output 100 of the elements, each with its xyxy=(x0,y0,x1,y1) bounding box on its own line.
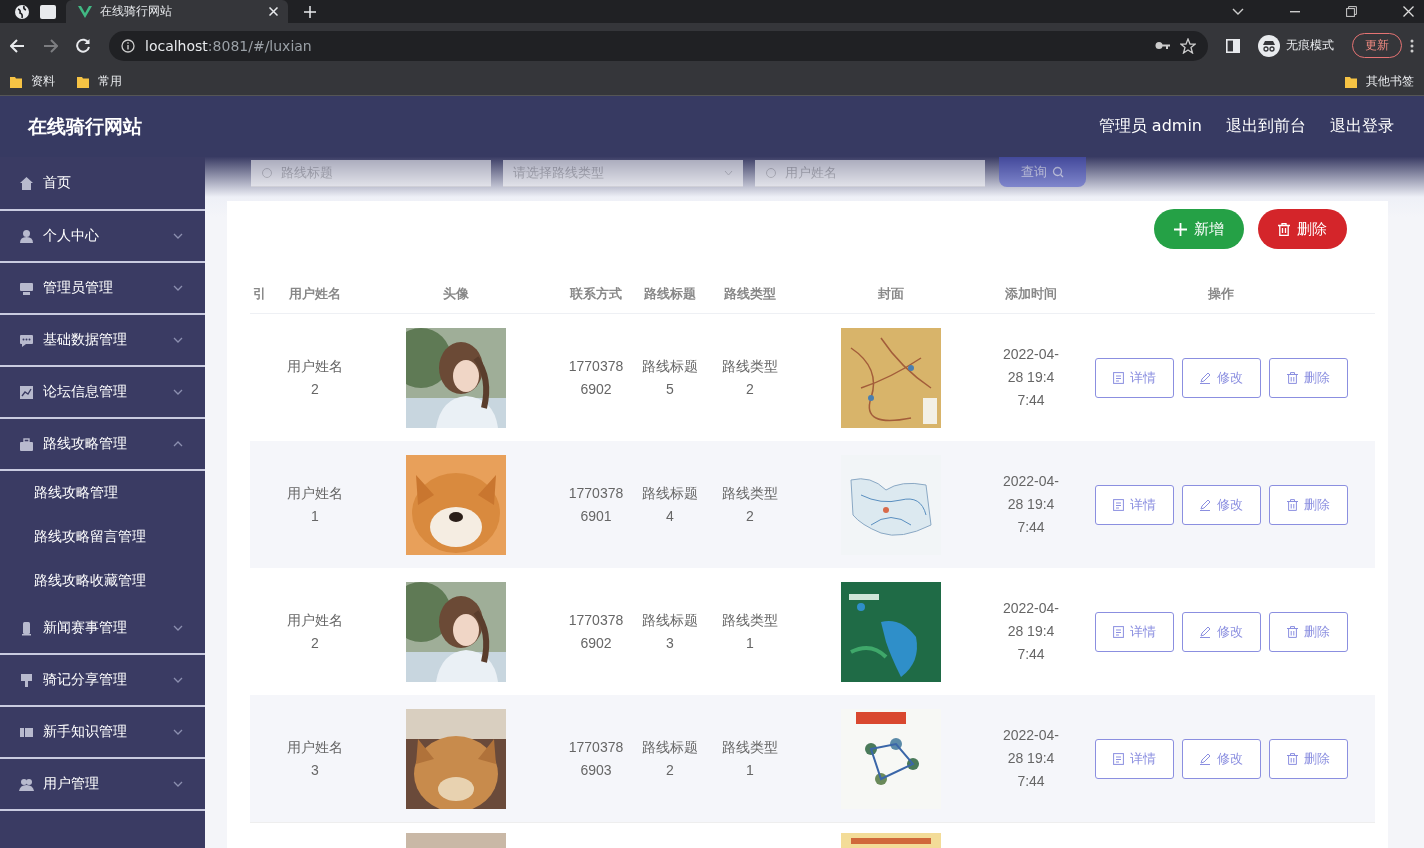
briefcase-icon xyxy=(19,436,34,452)
header-link[interactable]: 退出到前台 xyxy=(1226,116,1306,137)
trash-icon xyxy=(1286,752,1298,765)
more-icon[interactable] xyxy=(1410,38,1414,53)
header-link[interactable]: 管理员 admin xyxy=(1098,116,1202,137)
table-cell-text: 17703786903 xyxy=(568,737,624,780)
trash-icon xyxy=(1286,625,1298,638)
table-cell-text: 2022-04-28 19:47:44 xyxy=(1002,726,1060,791)
column-header: 封面 xyxy=(877,285,905,303)
chevron-up-icon xyxy=(173,441,183,447)
monitor-icon xyxy=(19,280,34,296)
table-cell-text: 2022-04-28 19:47:44 xyxy=(1002,345,1060,410)
search-icon xyxy=(1052,166,1064,178)
table-cell-text: 2022-04-28 19:47:44 xyxy=(1002,599,1060,664)
chevron-down-icon xyxy=(173,337,183,343)
incognito-icon xyxy=(1258,34,1280,57)
table-cell-text: 17703786902 xyxy=(568,356,624,399)
browser-tab[interactable]: 在线骑行网站 xyxy=(66,0,288,23)
home-icon xyxy=(19,175,34,191)
chevron-down-icon xyxy=(173,677,183,683)
circle-icon xyxy=(765,167,777,179)
pencil-icon xyxy=(1199,498,1211,511)
table-cell-text: 2022-04-28 19:47:44 xyxy=(1002,472,1060,537)
document-icon xyxy=(1112,498,1124,511)
close-icon[interactable] xyxy=(1403,6,1414,17)
folder-icon[interactable] xyxy=(77,75,89,88)
table-cell-text: 用户姓名3 xyxy=(286,737,344,780)
chevron-down-icon xyxy=(173,781,183,787)
delete-button[interactable]: 删除 xyxy=(1258,209,1347,249)
column-header: 添加时间 xyxy=(1004,285,1058,303)
sidebar-subitem[interactable]: 路线攻略管理 xyxy=(0,471,205,515)
chevron-down-icon xyxy=(173,233,183,239)
vue-logo-icon xyxy=(78,5,92,18)
people-icon xyxy=(19,776,34,792)
circle-icon xyxy=(261,167,273,179)
pencil-icon xyxy=(1199,625,1211,638)
globe-icon[interactable] xyxy=(14,3,30,20)
user-icon xyxy=(19,228,34,244)
folder-icon[interactable] xyxy=(10,75,22,88)
chevron-down-icon xyxy=(173,729,183,735)
bookmark-link[interactable]: 常用 xyxy=(98,73,122,90)
table-cell-text: 路线类型1 xyxy=(721,610,779,653)
plus-icon xyxy=(1174,222,1187,236)
column-header: 引 xyxy=(252,285,267,303)
chart-icon xyxy=(19,384,34,400)
close-icon[interactable] xyxy=(269,7,278,16)
sidebar-toggle-icon[interactable] xyxy=(1226,38,1240,53)
trash-icon xyxy=(1278,222,1290,236)
tab-title: 在线骑行网站 xyxy=(100,3,173,20)
document-icon xyxy=(1112,371,1124,384)
table-cell-text: 路线类型2 xyxy=(721,356,779,399)
chevron-down-icon[interactable] xyxy=(1232,7,1244,16)
column-header: 路线类型 xyxy=(723,285,777,303)
table-cell-text: 用户姓名1 xyxy=(286,483,344,526)
url-text: localhost:8081/#/luxian xyxy=(145,37,312,54)
header-link[interactable]: 退出登录 xyxy=(1330,116,1394,137)
table-cell-text: 用户姓名2 xyxy=(286,610,344,653)
table-cell-text: 路线标题2 xyxy=(641,737,699,780)
column-header: 头像 xyxy=(442,285,470,303)
column-header: 联系方式 xyxy=(569,285,623,303)
column-header: 用户姓名 xyxy=(288,285,342,303)
reload-icon[interactable] xyxy=(76,38,91,53)
info-icon xyxy=(121,38,135,53)
pencil-icon xyxy=(1199,752,1211,765)
sidebar-subitem[interactable]: 路线攻略留言管理 xyxy=(0,515,205,559)
forward-arrow-icon[interactable] xyxy=(43,38,58,53)
document-icon xyxy=(1112,752,1124,765)
key-icon[interactable] xyxy=(1155,41,1170,50)
bookmark-link[interactable]: 资料 xyxy=(31,73,55,90)
restore-icon[interactable] xyxy=(1346,6,1357,17)
column-header: 操作 xyxy=(1207,285,1235,303)
table-cell-text: 路线标题3 xyxy=(641,610,699,653)
star-icon[interactable] xyxy=(1180,37,1196,54)
table-cell-text: 17703786902 xyxy=(568,610,624,653)
site-title: 在线骑行网站 xyxy=(28,113,142,139)
chat-icon xyxy=(19,332,34,348)
document-icon xyxy=(1112,625,1124,638)
incognito-indicator[interactable]: 无痕模式 xyxy=(1258,34,1334,57)
chevron-down-icon xyxy=(173,625,183,631)
table-cell-text: 路线类型1 xyxy=(721,737,779,780)
table-cell-text: 路线标题4 xyxy=(641,483,699,526)
window-icon[interactable] xyxy=(40,4,56,19)
folder-icon[interactable] xyxy=(1345,75,1357,88)
minimize-icon[interactable] xyxy=(1290,10,1300,13)
table-cell-text: 路线类型2 xyxy=(721,483,779,526)
back-arrow-icon[interactable] xyxy=(10,38,25,53)
chevron-down-icon xyxy=(724,170,733,176)
sidebar-subitem[interactable]: 路线攻略收藏管理 xyxy=(0,559,205,603)
trash-icon xyxy=(1286,498,1298,511)
column-header: 路线标题 xyxy=(643,285,697,303)
trash-icon xyxy=(1286,371,1298,384)
bookmark-link[interactable]: 其他书签 xyxy=(1366,73,1414,90)
address-bar[interactable]: localhost:8081/#/luxian xyxy=(109,30,1208,61)
pencil-icon xyxy=(1199,371,1211,384)
plus-icon[interactable] xyxy=(304,5,316,18)
table-cell-text: 用户姓名2 xyxy=(286,356,344,399)
chevron-down-icon xyxy=(173,389,183,395)
table-cell-text: 路线标题5 xyxy=(641,356,699,399)
table-cell-text: 17703786901 xyxy=(568,483,624,526)
chevron-down-icon xyxy=(173,285,183,291)
